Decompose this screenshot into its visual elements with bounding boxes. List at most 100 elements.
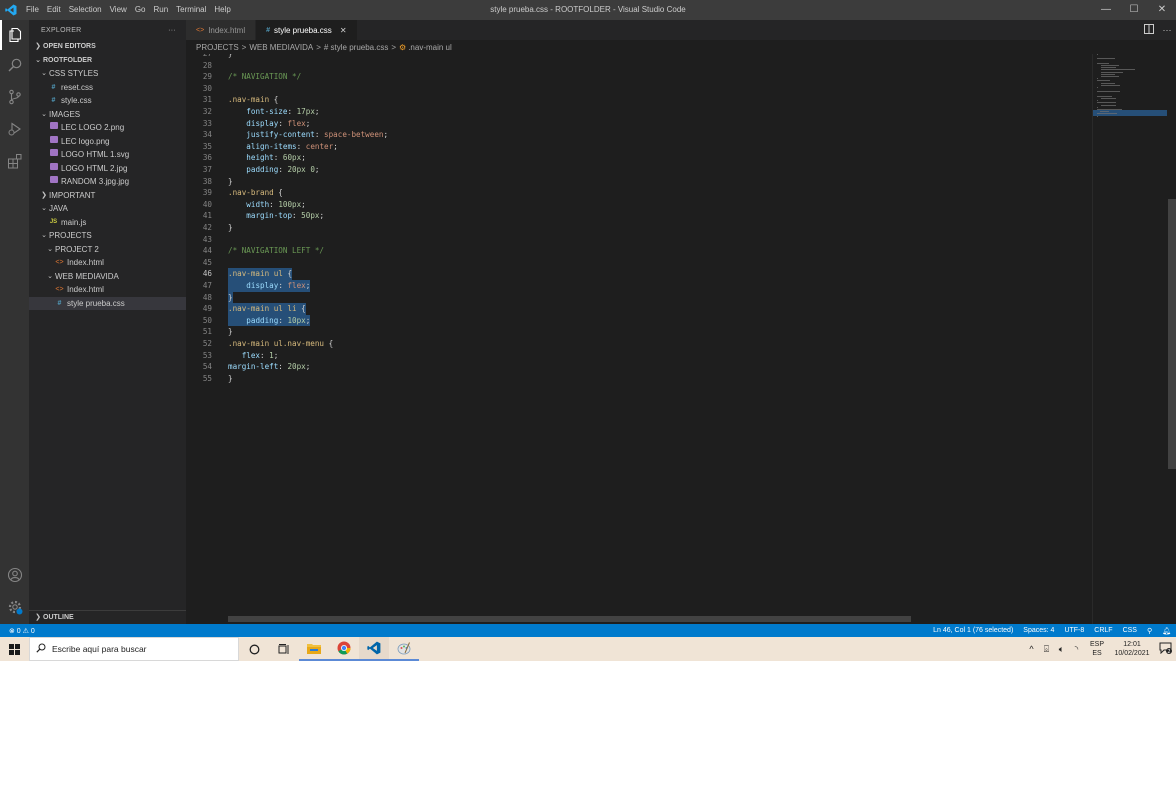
file-item[interactable]: <> Index.html — [29, 256, 186, 270]
problems-indicator[interactable]: ⊗ 0 ⚠ 0 — [9, 627, 35, 635]
code-line[interactable]: 45 — [186, 257, 1091, 269]
account-icon[interactable] — [0, 560, 29, 590]
run-debug-icon[interactable] — [0, 114, 29, 144]
breadcrumb-item[interactable]: # style prueba.css — [324, 43, 388, 52]
windows-start-icon[interactable] — [0, 637, 29, 661]
folder-item[interactable]: ⌄ JAVA — [29, 202, 186, 216]
code-line[interactable]: 32 font-size: 17px; — [186, 106, 1091, 118]
code-line[interactable]: 49 .nav-main ul li { — [186, 303, 1091, 315]
folder-item[interactable]: ⌄ IMAGES — [29, 108, 186, 122]
code-editor[interactable]: 27}2829/* NAVIGATION */3031.nav-main {32… — [186, 54, 1176, 624]
search-icon[interactable] — [0, 50, 29, 80]
notifications-bell-icon[interactable]: 🔔︎ — [1157, 627, 1176, 635]
file-item[interactable]: JS main.js — [29, 216, 186, 230]
feedback-icon[interactable]: ⚲ — [1142, 627, 1157, 635]
code-line[interactable]: 43 — [186, 234, 1091, 246]
menu-item-go[interactable]: Go — [131, 0, 150, 20]
code-line[interactable]: 41 margin-top: 50px; — [186, 210, 1091, 222]
chevron-up-icon[interactable]: ^ — [1024, 644, 1039, 654]
code-line[interactable]: 46 .nav-main ul { — [186, 268, 1091, 280]
end-of-line[interactable]: CRLF — [1089, 627, 1117, 634]
file-explorer-icon[interactable] — [299, 637, 329, 661]
cortana-icon[interactable] — [239, 637, 269, 661]
code-line[interactable]: 34 justify-content: space-between; — [186, 129, 1091, 141]
code-line[interactable]: 35 align-items: center; — [186, 141, 1091, 153]
menu-item-help[interactable]: Help — [210, 0, 234, 20]
menu-item-file[interactable]: File — [22, 0, 43, 20]
file-item[interactable]: LOGO HTML 2.jpg — [29, 162, 186, 176]
folder-item[interactable]: ❯ IMPORTANT — [29, 189, 186, 203]
file-item[interactable]: LEC logo.png — [29, 135, 186, 149]
folder-item[interactable]: ⌄ PROJECTS — [29, 229, 186, 243]
file-item[interactable]: # reset.css — [29, 81, 186, 95]
action-center-icon[interactable]: 2 — [1154, 642, 1176, 657]
clock[interactable]: 12:01 10/02/2021 — [1110, 640, 1154, 658]
code-line[interactable]: 37 padding: 20px 0; — [186, 164, 1091, 176]
minimize-button[interactable]: — — [1092, 0, 1120, 20]
code-line[interactable]: 36 height: 60px; — [186, 152, 1091, 164]
outline-section[interactable]: ❯ OUTLINE — [29, 610, 186, 624]
horizontal-scrollbar[interactable] — [228, 616, 911, 622]
settings-gear-icon[interactable] — [0, 592, 29, 622]
code-line[interactable]: 54 margin-left: 20px; — [186, 361, 1091, 373]
split-editor-icon[interactable] — [1140, 24, 1158, 36]
maximize-button[interactable]: ☐ — [1120, 0, 1148, 20]
menu-item-terminal[interactable]: Terminal — [172, 0, 210, 20]
volume-icon[interactable]: 🔈︎ — [1054, 644, 1069, 655]
file-item[interactable]: RANDOM 3.jpg.jpg — [29, 175, 186, 189]
open-editors-section[interactable]: ❯ OPEN EDITORS — [29, 40, 186, 54]
language-mode[interactable]: CSS — [1118, 627, 1142, 634]
menu-item-edit[interactable]: Edit — [43, 0, 65, 20]
file-item[interactable]: # style prueba.css — [29, 296, 186, 310]
explorer-icon[interactable] — [0, 20, 29, 50]
meet-now-icon[interactable]: ⌻ — [1039, 644, 1054, 655]
source-control-icon[interactable] — [0, 82, 29, 112]
more-actions-icon[interactable]: ··· — [168, 27, 176, 34]
menu-item-run[interactable]: Run — [149, 0, 172, 20]
code-line[interactable]: 55} — [186, 373, 1091, 385]
tab-index-html[interactable]: <> Index.html — [186, 20, 257, 40]
code-line[interactable]: 53 flex: 1; — [186, 350, 1091, 362]
vertical-scrollbar[interactable] — [1168, 199, 1176, 469]
vscode-logo-icon[interactable] — [0, 0, 22, 20]
code-line[interactable]: 50 padding: 10px; — [186, 314, 1091, 327]
task-view-icon[interactable] — [269, 637, 299, 661]
rootfolder-section[interactable]: ⌄ ROOTFOLDER — [29, 54, 186, 68]
more-actions-icon[interactable]: ··· — [1158, 25, 1176, 35]
taskbar-search-box[interactable]: Escribe aquí para buscar — [29, 637, 239, 661]
code-line[interactable]: 29 /* NAVIGATION */ — [186, 71, 1091, 83]
extensions-icon[interactable] — [0, 146, 29, 176]
close-window-button[interactable]: ✕ — [1148, 0, 1176, 20]
chrome-icon[interactable] — [329, 637, 359, 661]
language-indicator[interactable]: ESP ES — [1084, 640, 1110, 658]
code-line[interactable]: 51} — [186, 326, 1091, 338]
paint-icon[interactable] — [389, 637, 419, 661]
file-item[interactable]: # style.css — [29, 94, 186, 108]
cursor-position[interactable]: Ln 46, Col 1 (76 selected) — [928, 627, 1018, 634]
code-line[interactable]: 39 .nav-brand { — [186, 187, 1091, 199]
file-item[interactable]: LEC LOGO 2.png — [29, 121, 186, 135]
code-line[interactable]: 33 display: flex; — [186, 118, 1091, 130]
minimap[interactable] — [1092, 54, 1167, 624]
file-item[interactable]: LOGO HTML 1.svg — [29, 148, 186, 162]
code-line[interactable]: 40 width: 100px; — [186, 199, 1091, 211]
folder-item[interactable]: ⌄ PROJECT 2 — [29, 243, 186, 257]
folder-item[interactable]: ⌄ CSS STYLES — [29, 67, 186, 81]
code-line[interactable]: 28 — [186, 60, 1091, 72]
wifi-icon[interactable]: ◝ — [1069, 644, 1084, 655]
code-line[interactable]: 47 display: flex; — [186, 280, 1091, 292]
menu-item-selection[interactable]: Selection — [65, 0, 106, 20]
menu-item-view[interactable]: View — [106, 0, 131, 20]
code-line[interactable]: 52 .nav-main ul.nav-menu { — [186, 338, 1091, 350]
breadcrumb-item[interactable]: PROJECTS — [196, 43, 239, 52]
close-tab-icon[interactable]: ✕ — [340, 26, 347, 35]
indentation[interactable]: Spaces: 4 — [1018, 627, 1059, 634]
code-line[interactable]: 38} — [186, 176, 1091, 188]
folder-item[interactable]: ⌄ WEB MEDIAVIDA — [29, 270, 186, 284]
code-line[interactable]: 42} — [186, 222, 1091, 234]
code-line[interactable]: 30 — [186, 83, 1091, 95]
code-line[interactable]: 48} — [186, 291, 1091, 304]
encoding[interactable]: UTF-8 — [1059, 627, 1089, 634]
outline-row[interactable]: ❯ OUTLINE — [29, 611, 186, 625]
vscode-icon[interactable] — [359, 637, 389, 661]
